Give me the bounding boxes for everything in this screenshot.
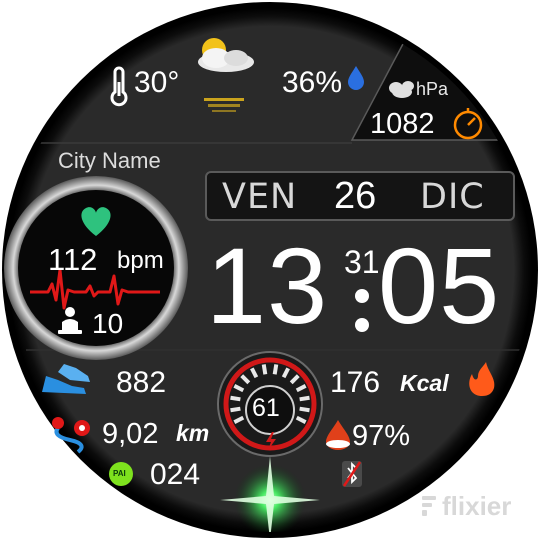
city-name: City Name	[58, 148, 161, 173]
humidity-value: 36%	[282, 66, 343, 99]
pai-badge-label: PAI	[113, 469, 126, 478]
calories-unit: Kcal	[400, 370, 449, 396]
time-colon-top	[355, 289, 369, 303]
time-seconds: 31	[344, 244, 380, 280]
time-colon-bottom	[355, 318, 369, 332]
distance-unit: km	[176, 420, 210, 446]
gauge-tick	[230, 406, 241, 413]
temperature-value: 30°	[134, 66, 180, 99]
distance-value: 9,02	[102, 418, 159, 450]
battery-percent: 97%	[352, 420, 411, 452]
pressure-value: 1082	[370, 108, 435, 140]
gauge-tick	[272, 364, 279, 375]
calories-value: 176	[330, 366, 381, 399]
time-hours: 13	[206, 225, 329, 346]
date-day: 26	[334, 175, 377, 217]
gauge-tick	[261, 364, 268, 375]
flixier-logo-icon	[422, 496, 436, 516]
steps-value: 882	[116, 366, 167, 399]
date-weekday: VEN	[222, 177, 298, 217]
time-minutes: 05	[378, 225, 501, 346]
heart-bpm-unit: bpm	[117, 247, 164, 274]
gauge-tick	[230, 395, 241, 402]
gauge-tick	[299, 395, 310, 402]
watermark-brand: flixier	[442, 491, 512, 521]
date-month: DIC	[420, 177, 485, 217]
battery-gauge-value: 61	[252, 394, 280, 422]
heart-bpm-value: 112	[48, 242, 98, 277]
pai-value: 024	[150, 458, 201, 491]
stand-count: 10	[92, 308, 124, 339]
gauge-tick	[299, 406, 310, 413]
pressure-unit-label: hPa	[416, 79, 449, 99]
bluetooth-off-icon	[342, 461, 362, 487]
